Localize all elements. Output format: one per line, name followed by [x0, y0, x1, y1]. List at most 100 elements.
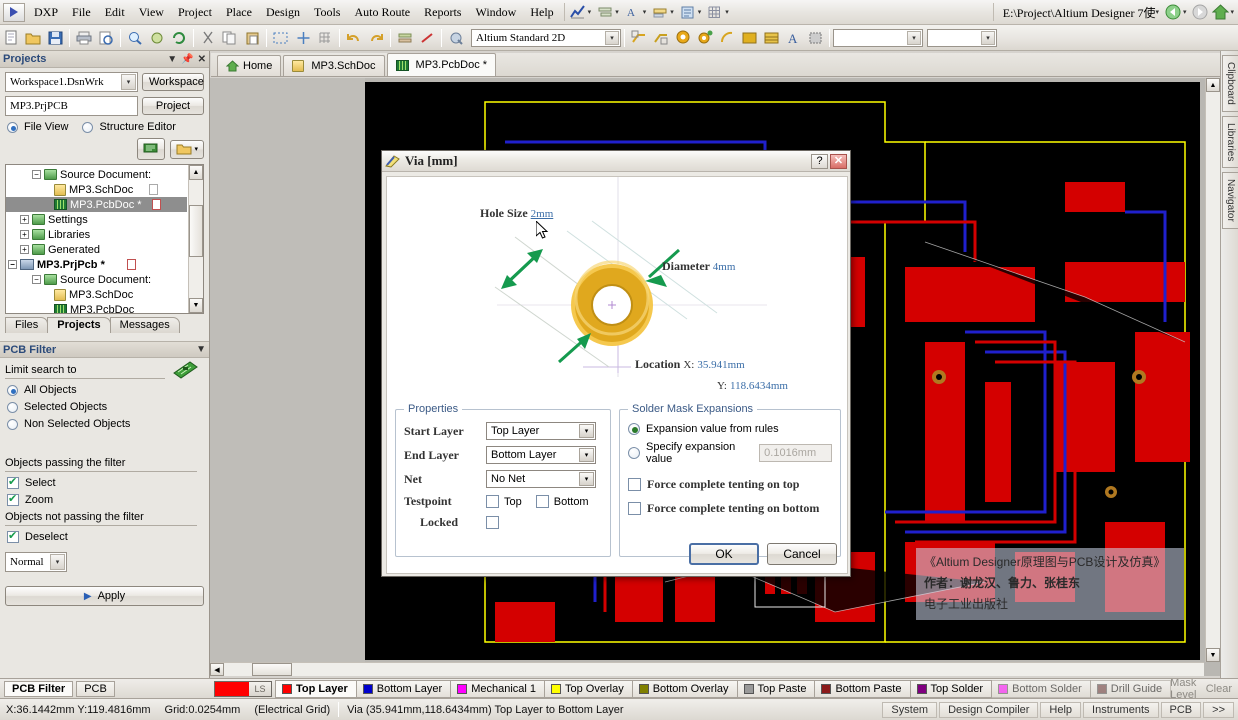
- passing-zoom-row[interactable]: Zoom: [7, 492, 204, 506]
- tree-node[interactable]: − Source Document:: [6, 167, 187, 182]
- grid-tool-icon[interactable]: [315, 28, 335, 48]
- specify-expansion-radio[interactable]: [628, 447, 640, 459]
- menu-item-reports[interactable]: Reports: [417, 2, 468, 23]
- collapse-icon[interactable]: −: [32, 170, 41, 179]
- tenting-bottom-checkbox[interactable]: [628, 502, 641, 515]
- project-field[interactable]: MP3.PrjPCB: [5, 96, 138, 116]
- board-icon[interactable]: [678, 2, 698, 22]
- panel-button-instruments[interactable]: Instruments: [1083, 701, 1159, 718]
- layer-tab-bottom-solder[interactable]: Bottom Solder: [991, 679, 1091, 698]
- tab-mp3-schdoc[interactable]: MP3.SchDoc: [283, 55, 385, 76]
- net-dropdown[interactable]: ▾: [927, 28, 997, 47]
- list-icon[interactable]: [595, 2, 615, 22]
- place-component-icon[interactable]: [805, 28, 825, 48]
- layer-tab-top-layer[interactable]: Top Layer: [275, 679, 357, 698]
- scroll-down-arrow[interactable]: ▼: [189, 298, 203, 313]
- chevron-down-icon[interactable]: ▾: [194, 145, 198, 153]
- tree-node[interactable]: + Settings: [6, 212, 187, 227]
- tenting-bottom-row[interactable]: Force complete tenting on bottom: [628, 501, 832, 516]
- forward-icon[interactable]: [1190, 2, 1210, 22]
- chevron-down-icon[interactable]: ▼: [196, 344, 206, 355]
- chevron-down-icon[interactable]: ▾: [579, 448, 594, 462]
- layer-tab-top-paste[interactable]: Top Paste: [736, 679, 816, 698]
- layer-tab-bottom-layer[interactable]: Bottom Layer: [355, 679, 452, 698]
- chevron-down-icon[interactable]: ▾: [1230, 8, 1234, 16]
- scroll-left-arrow[interactable]: ◀: [210, 663, 224, 676]
- project-button[interactable]: Project: [142, 97, 204, 115]
- chevron-down-icon[interactable]: ▾: [579, 472, 594, 486]
- non-selected-objects-radio[interactable]: [7, 418, 18, 430]
- expand-icon[interactable]: +: [20, 245, 29, 254]
- home-icon[interactable]: [1210, 2, 1230, 22]
- location-x-value[interactable]: 35.941mm: [697, 359, 744, 371]
- preview-icon[interactable]: [96, 28, 116, 48]
- layer-tab-bottom-overlay[interactable]: Bottom Overlay: [631, 679, 738, 698]
- chevron-down-icon[interactable]: ▾: [670, 8, 674, 16]
- not-passing-deselect-row[interactable]: Deselect: [7, 529, 204, 543]
- testpoint-bottom-checkbox[interactable]: [535, 495, 549, 508]
- via-dialog[interactable]: Via [mm] ? ✕ Hole Size 2mm Diameter 4mm …: [381, 150, 851, 577]
- specify-expansion-row[interactable]: Specify expansion value 0.1016mm: [628, 441, 832, 465]
- filter-mode-dropdown[interactable]: Normal ▾: [5, 552, 67, 572]
- rail-tab-libraries[interactable]: Libraries: [1222, 115, 1238, 169]
- scope-all-objects-row[interactable]: All Objects: [7, 384, 204, 396]
- scroll-up-arrow[interactable]: ▲: [1206, 78, 1220, 92]
- tree-node[interactable]: MP3.PcbDoc: [6, 302, 187, 313]
- scope-non-selected-objects-row[interactable]: Non Selected Objects: [7, 418, 204, 430]
- select-checkbox[interactable]: [7, 475, 19, 489]
- panel-button-design-compiler[interactable]: Design Compiler: [939, 701, 1039, 718]
- layer-set-label[interactable]: LS: [249, 681, 271, 696]
- file-view-radio[interactable]: [7, 121, 18, 133]
- mask-level-label[interactable]: Mask Level: [1170, 679, 1200, 698]
- net-dropdown[interactable]: No Net ▾: [486, 470, 596, 488]
- measure-icon[interactable]: [417, 28, 437, 48]
- view-config-dropdown[interactable]: Altium Standard 2D ▾: [471, 28, 621, 47]
- tree-vertical-scrollbar[interactable]: ▲ ▼: [188, 165, 203, 313]
- chevron-down-icon[interactable]: ▾: [1155, 8, 1159, 16]
- tab-pcb[interactable]: PCB: [76, 680, 115, 697]
- redo-icon[interactable]: [366, 28, 386, 48]
- new-icon[interactable]: [1, 28, 21, 48]
- more-panels-button[interactable]: >>: [1203, 701, 1234, 718]
- layer-tab-top-solder[interactable]: Top Solder: [909, 679, 993, 698]
- layer-set-dropdown[interactable]: ▾: [833, 28, 923, 47]
- paste-icon[interactable]: [242, 28, 262, 48]
- locked-checkbox[interactable]: [486, 516, 499, 529]
- tree-node[interactable]: + Generated: [6, 242, 187, 257]
- tab-home[interactable]: Home: [217, 55, 282, 76]
- menu-item-project[interactable]: Project: [171, 2, 219, 23]
- workspace-button[interactable]: Workspace: [142, 73, 204, 91]
- panel-button-help[interactable]: Help: [1040, 701, 1082, 718]
- layer-tab-top-overlay[interactable]: Top Overlay: [544, 679, 633, 698]
- menu-item-file[interactable]: File: [65, 2, 98, 23]
- pin-icon[interactable]: 📌: [181, 54, 193, 65]
- close-icon[interactable]: ✕: [198, 54, 206, 65]
- collapse-icon[interactable]: −: [8, 260, 17, 269]
- help-icon[interactable]: ?: [811, 153, 828, 169]
- open-project-icon[interactable]: ▾: [170, 139, 204, 159]
- close-icon[interactable]: ✕: [830, 153, 847, 169]
- tree-node[interactable]: − Source Document:: [6, 272, 187, 287]
- layer-tab-drill-guide[interactable]: Drill Guide: [1089, 679, 1172, 698]
- panel-button-pcb[interactable]: PCB: [1160, 701, 1202, 718]
- all-objects-radio[interactable]: [7, 384, 18, 396]
- menu-item-place[interactable]: Place: [219, 2, 259, 23]
- scope-selected-objects-row[interactable]: Selected Objects: [7, 401, 204, 413]
- collapse-icon[interactable]: −: [32, 275, 41, 284]
- chevron-down-icon[interactable]: ▾: [50, 554, 65, 570]
- tree-node[interactable]: MP3.PcbDoc *: [6, 197, 187, 212]
- specify-expansion-input[interactable]: 0.1016mm: [759, 444, 832, 462]
- tab-messages[interactable]: Messages: [109, 317, 180, 333]
- tree-node[interactable]: MP3.SchDoc: [6, 182, 187, 197]
- chevron-down-icon[interactable]: ▾: [907, 30, 921, 45]
- rule-icon[interactable]: [650, 2, 670, 22]
- chevron-down-icon[interactable]: ▾: [981, 30, 995, 45]
- chevron-down-icon[interactable]: ▾: [643, 8, 647, 16]
- chevron-down-icon[interactable]: ▾: [725, 8, 729, 16]
- tree-node[interactable]: + Libraries: [6, 227, 187, 242]
- pcb-board-icon[interactable]: [172, 360, 198, 383]
- chevron-down-icon[interactable]: ▾: [605, 30, 619, 45]
- place-fill-icon[interactable]: [739, 28, 759, 48]
- back-icon[interactable]: [1163, 2, 1183, 22]
- undo-icon[interactable]: [344, 28, 364, 48]
